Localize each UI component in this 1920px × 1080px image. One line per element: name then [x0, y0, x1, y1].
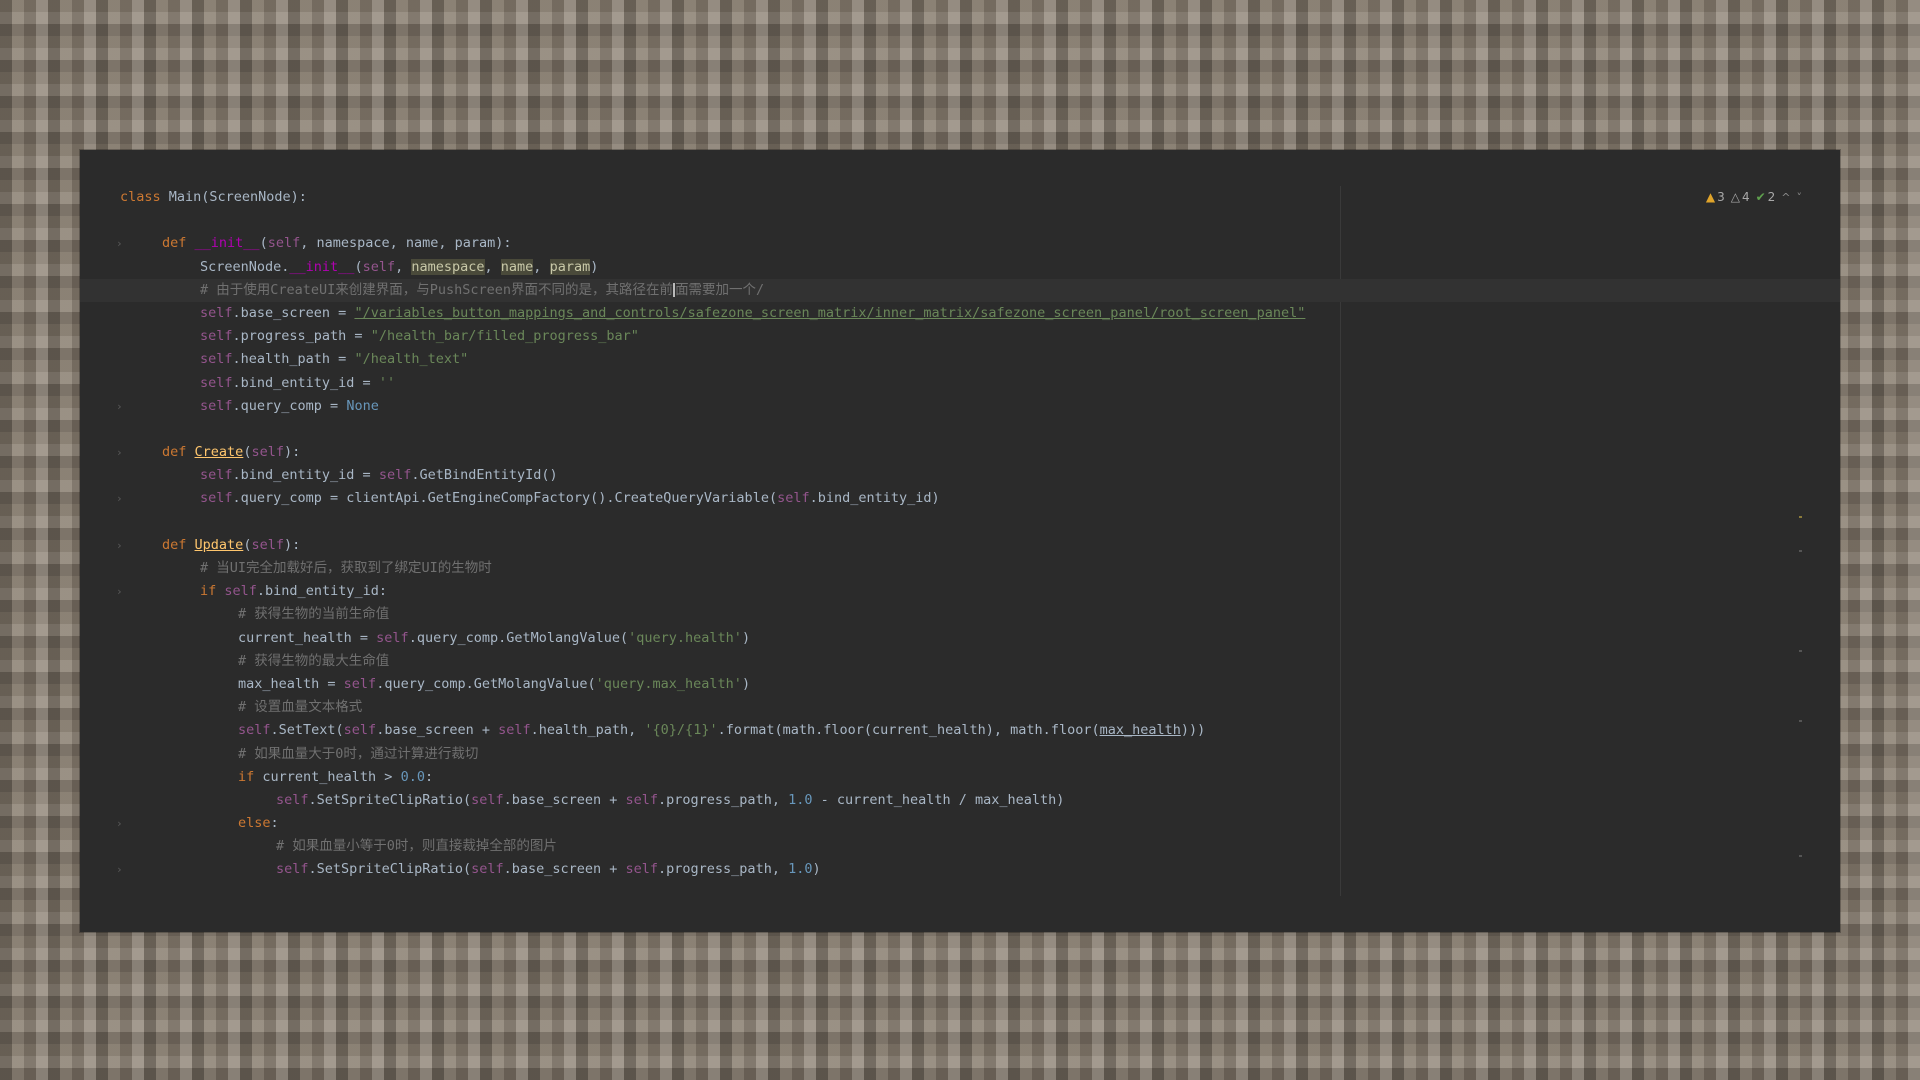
- code-text: max_health = self.query_comp.GetMolangVa…: [238, 675, 751, 692]
- code-line[interactable]: [80, 511, 1840, 534]
- code-line[interactable]: self.SetText(self.base_screen + self.hea…: [80, 719, 1840, 742]
- code-text: def Update(self):: [162, 536, 301, 553]
- fold-icon[interactable]: ›: [116, 395, 126, 418]
- code-line[interactable]: › self.query_comp = None: [80, 395, 1840, 418]
- code-line[interactable]: class Main(ScreenNode):: [80, 186, 1840, 209]
- code-line[interactable]: # 当UI完全加载好后，获取到了绑定UI的生物时: [80, 557, 1840, 580]
- code-text: self.SetSpriteClipRatio(self.base_screen…: [276, 861, 821, 878]
- code-text: if current_health > 0.0:: [238, 768, 434, 785]
- code-text: if self.bind_entity_id:: [200, 583, 387, 600]
- code-line[interactable]: self.bind_entity_id = '': [80, 372, 1840, 395]
- code-text: self.query_comp = clientApi.GetEngineCom…: [200, 490, 940, 507]
- code-text: self.base_screen = "/variables_button_ma…: [200, 304, 1306, 321]
- code-line[interactable]: self.base_screen = "/variables_button_ma…: [80, 302, 1840, 325]
- code-line[interactable]: [80, 418, 1840, 441]
- code-text: # 当UI完全加载好后，获取到了绑定UI的生物时: [200, 560, 492, 576]
- code-line[interactable]: self.progress_path = "/health_bar/filled…: [80, 325, 1840, 348]
- code-text: self.health_path = "/health_text": [200, 351, 469, 368]
- code-line[interactable]: current_health = self.query_comp.GetMola…: [80, 627, 1840, 650]
- code-text: current_health = self.query_comp.GetMola…: [238, 629, 751, 646]
- code-line[interactable]: if current_health > 0.0:: [80, 766, 1840, 789]
- code-line[interactable]: › def __init__(self, namespace, name, pa…: [80, 232, 1840, 255]
- code-line[interactable]: › def Create(self):: [80, 441, 1840, 464]
- code-line-current[interactable]: # 由于使用CreateUI来创建界面，与PushScreen界面不同的是，其路…: [80, 278, 1840, 302]
- code-line[interactable]: › self.query_comp = clientApi.GetEngineC…: [80, 487, 1840, 510]
- code-text: else:: [238, 815, 279, 832]
- code-text: # 由于使用CreateUI来创建界面，与PushScreen界面不同的是，其路…: [200, 281, 765, 298]
- fold-icon[interactable]: ›: [116, 534, 126, 557]
- code-line[interactable]: › self.SetSpriteClipRatio(self.base_scre…: [80, 858, 1840, 881]
- code-text: def Create(self):: [162, 444, 301, 461]
- code-line[interactable]: # 如果血量大于0时，通过计算进行裁切: [80, 743, 1840, 766]
- code-line[interactable]: › def Update(self):: [80, 534, 1840, 557]
- code-text: class Main(ScreenNode):: [120, 189, 307, 205]
- fold-icon[interactable]: ›: [116, 858, 126, 881]
- code-area[interactable]: class Main(ScreenNode): › def __init__(s…: [80, 186, 1840, 882]
- code-text: self.progress_path = "/health_bar/filled…: [200, 328, 639, 345]
- code-text: # 获得生物的最大生命值: [238, 652, 390, 669]
- code-text: self.SetSpriteClipRatio(self.base_screen…: [276, 791, 1065, 808]
- code-line[interactable]: # 获得生物的最大生命值: [80, 650, 1840, 673]
- fold-icon[interactable]: ›: [116, 487, 126, 510]
- code-text: self.bind_entity_id = '': [200, 374, 396, 391]
- code-line[interactable]: [80, 209, 1840, 232]
- fold-icon[interactable]: ›: [116, 441, 126, 464]
- code-text: def __init__(self, namespace, name, para…: [162, 235, 512, 252]
- code-line[interactable]: # 设置血量文本格式: [80, 696, 1840, 719]
- code-text: self.SetText(self.base_screen + self.hea…: [238, 722, 1206, 739]
- code-text: self.query_comp = None: [200, 397, 379, 414]
- code-editor[interactable]: ▲ 3 △ 4 ✔ 2 ^ ˅ class Main(ScreenNode): …: [80, 150, 1840, 932]
- code-line[interactable]: self.SetSpriteClipRatio(self.base_screen…: [80, 789, 1840, 812]
- code-line[interactable]: # 获得生物的当前生命值: [80, 603, 1840, 626]
- code-text: # 如果血量小等于0时，则直接裁掉全部的图片: [276, 838, 557, 855]
- code-line[interactable]: ScreenNode.__init__(self, namespace, nam…: [80, 256, 1840, 279]
- code-line[interactable]: self.health_path = "/health_text": [80, 348, 1840, 371]
- code-text: ScreenNode.__init__(self, namespace, nam…: [200, 258, 599, 275]
- code-line[interactable]: self.bind_entity_id = self.GetBindEntity…: [80, 464, 1840, 487]
- fold-icon[interactable]: ›: [116, 580, 126, 603]
- code-line[interactable]: # 如果血量小等于0时，则直接裁掉全部的图片: [80, 835, 1840, 858]
- code-line[interactable]: max_health = self.query_comp.GetMolangVa…: [80, 673, 1840, 696]
- code-text: # 设置血量文本格式: [238, 699, 363, 716]
- fold-icon[interactable]: ›: [116, 232, 126, 255]
- code-text: # 如果血量大于0时，通过计算进行裁切: [238, 745, 479, 762]
- code-line[interactable]: › if self.bind_entity_id:: [80, 580, 1840, 603]
- code-text: self.bind_entity_id = self.GetBindEntity…: [200, 467, 558, 484]
- code-text: # 获得生物的当前生命值: [238, 606, 390, 623]
- code-line[interactable]: › else:: [80, 812, 1840, 835]
- fold-icon[interactable]: ›: [116, 812, 126, 835]
